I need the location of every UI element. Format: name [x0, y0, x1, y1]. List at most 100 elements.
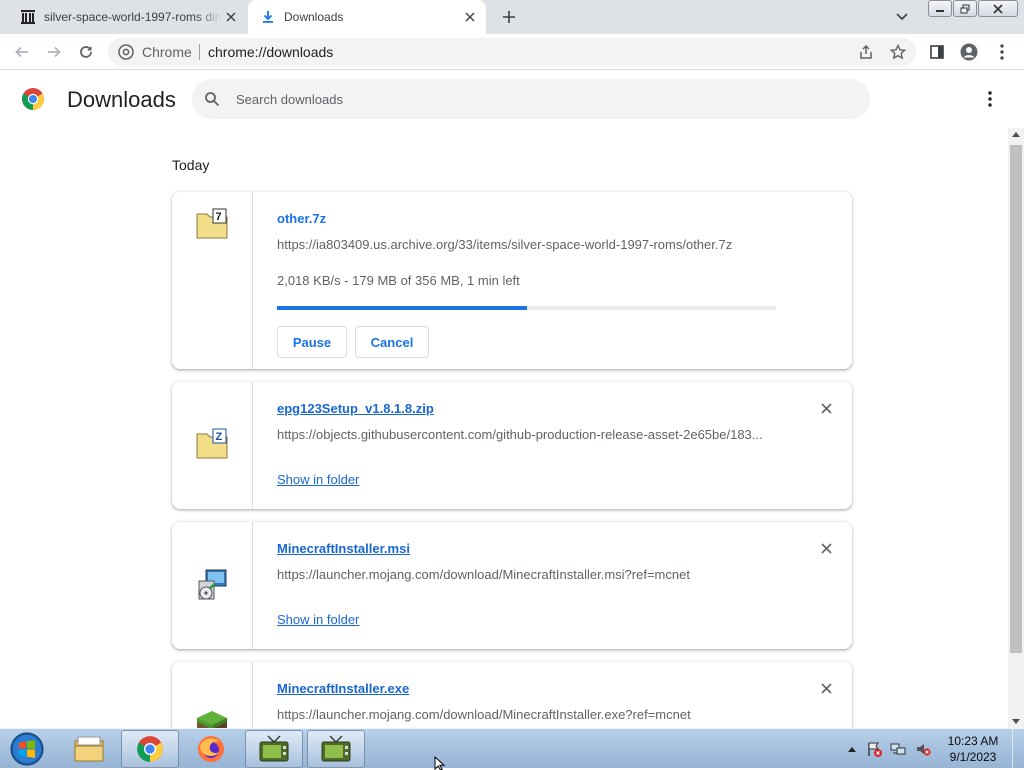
tray-volume[interactable] — [915, 741, 931, 757]
windows-taskbar: 10:23 AM 9/1/2023 — [0, 728, 1024, 769]
show-desktop-button[interactable] — [1012, 729, 1024, 769]
avatar-icon — [960, 43, 978, 61]
file-icon-column: 7 — [172, 192, 253, 369]
tv-icon — [321, 735, 351, 762]
volume-muted-icon — [917, 744, 931, 756]
new-tab-button[interactable] — [498, 6, 520, 28]
taskbar-media-app-2[interactable] — [307, 730, 365, 768]
more-vert-icon — [988, 91, 992, 107]
zip-archive-icon: Z — [196, 428, 228, 459]
svg-text:Z: Z — [216, 431, 223, 443]
downloads-menu-button[interactable] — [980, 89, 1000, 109]
file-url: https://ia803409.us.archive.org/33/items… — [277, 237, 733, 252]
taskbar-firefox[interactable] — [182, 730, 240, 768]
file-icon-column — [172, 662, 253, 728]
minimize-icon — [936, 9, 944, 12]
download-item: MinecraftInstaller.msi https://launcher.… — [172, 522, 852, 649]
taskbar-chrome[interactable] — [121, 730, 179, 768]
tab-downloads[interactable]: Downloads — [248, 0, 486, 34]
tray-network[interactable] — [890, 741, 906, 757]
plus-icon — [503, 11, 515, 23]
date-section-label: Today — [172, 157, 210, 173]
search-input[interactable] — [236, 89, 836, 109]
file-icon-column — [172, 522, 253, 649]
cancel-button[interactable]: Cancel — [355, 326, 429, 358]
firefox-icon — [198, 736, 224, 762]
bookmark-star-icon[interactable] — [890, 44, 906, 60]
downloads-list: Today 7 other.7z https://ia803409.us.arc… — [0, 128, 1008, 728]
tab-strip: silver-space-world-1997-roms directory l… — [0, 0, 1024, 34]
side-panel-button[interactable] — [928, 43, 946, 61]
flag-warning-icon — [868, 742, 882, 757]
tab-title: silver-space-world-1997-roms directory l… — [44, 10, 222, 24]
close-icon — [820, 682, 832, 694]
clock-time: 10:23 AM — [947, 734, 999, 748]
close-window-button[interactable] — [978, 0, 1018, 17]
file-url: https://launcher.mojang.com/download/Min… — [277, 707, 691, 722]
scroll-up-arrow-icon[interactable] — [1012, 132, 1020, 137]
chrome-icon — [137, 736, 163, 762]
file-name[interactable]: other.7z — [277, 211, 326, 226]
scroll-down-arrow-icon[interactable] — [1012, 719, 1020, 724]
close-icon — [993, 3, 1003, 14]
file-url: https://objects.githubusercontent.com/gi… — [277, 427, 763, 442]
download-item: MinecraftInstaller.exe https://launcher.… — [172, 662, 852, 728]
show-in-folder-link[interactable]: Show in folder — [277, 472, 359, 487]
remove-from-list-button[interactable] — [818, 400, 834, 416]
file-name[interactable]: MinecraftInstaller.msi — [277, 541, 410, 556]
page-scrollbar[interactable] — [1008, 128, 1024, 728]
clock-date: 9/1/2023 — [949, 750, 997, 764]
restore-icon — [960, 4, 970, 13]
side-panel-icon — [930, 45, 944, 59]
file-name[interactable]: MinecraftInstaller.exe — [277, 681, 409, 696]
chrome-logo-icon — [22, 88, 44, 110]
share-icon[interactable] — [858, 44, 874, 60]
forward-arrow-icon — [48, 46, 61, 58]
network-icon — [890, 743, 906, 755]
page-title: Downloads — [67, 87, 176, 112]
remove-from-list-button[interactable] — [818, 540, 834, 556]
taskbar-media-app-1[interactable] — [245, 730, 303, 768]
svg-text:7: 7 — [216, 211, 222, 223]
tray-action-center[interactable] — [866, 741, 882, 757]
close-icon — [820, 402, 832, 414]
url-text[interactable]: chrome://downloads — [208, 44, 333, 60]
show-in-folder-link[interactable]: Show in folder — [277, 612, 359, 627]
download-item: 7 other.7z https://ia803409.us.archive.o… — [172, 192, 852, 369]
restore-window-button[interactable] — [953, 0, 977, 17]
tab-search-button[interactable] — [895, 9, 915, 25]
profile-button[interactable] — [960, 43, 978, 61]
chrome-menu-button[interactable] — [993, 43, 1011, 61]
omnibox[interactable]: Chrome chrome://downloads — [108, 38, 916, 66]
download-item: Z epg123Setup_v1.8.1.8.zip https://objec… — [172, 382, 852, 509]
start-button[interactable] — [4, 730, 50, 768]
pause-button[interactable]: Pause — [277, 326, 347, 358]
downloads-header: Downloads — [0, 71, 1024, 127]
file-icon-column: Z — [172, 382, 253, 509]
windows-start-orb-icon — [10, 732, 44, 766]
search-icon — [205, 92, 220, 107]
progress-fill — [277, 306, 527, 310]
remove-from-list-button[interactable] — [818, 680, 834, 696]
7z-archive-icon: 7 — [196, 208, 228, 239]
download-icon — [263, 11, 273, 23]
more-vert-icon — [1000, 44, 1004, 60]
browser-toolbar: Chrome chrome://downloads — [0, 34, 1024, 70]
system-clock[interactable]: 10:23 AM 9/1/2023 — [940, 733, 1006, 765]
reload-button[interactable] — [76, 42, 96, 62]
taskbar-file-explorer[interactable] — [60, 730, 118, 768]
file-name[interactable]: epg123Setup_v1.8.1.8.zip — [277, 401, 434, 416]
msi-installer-icon — [198, 569, 227, 600]
back-button[interactable] — [12, 42, 32, 62]
scrollbar-thumb[interactable] — [1010, 145, 1022, 653]
close-tab-icon[interactable] — [462, 9, 478, 25]
forward-button[interactable] — [44, 42, 64, 62]
search-downloads-field[interactable] — [192, 79, 870, 119]
minimize-window-button[interactable] — [928, 0, 952, 17]
tab-archive-listing[interactable]: silver-space-world-1997-roms directory l… — [0, 0, 247, 34]
back-arrow-icon — [15, 46, 28, 58]
close-tab-icon[interactable] — [223, 9, 239, 25]
close-icon — [820, 542, 832, 554]
show-hidden-icons-button[interactable] — [844, 741, 860, 757]
tv-icon — [259, 735, 289, 762]
